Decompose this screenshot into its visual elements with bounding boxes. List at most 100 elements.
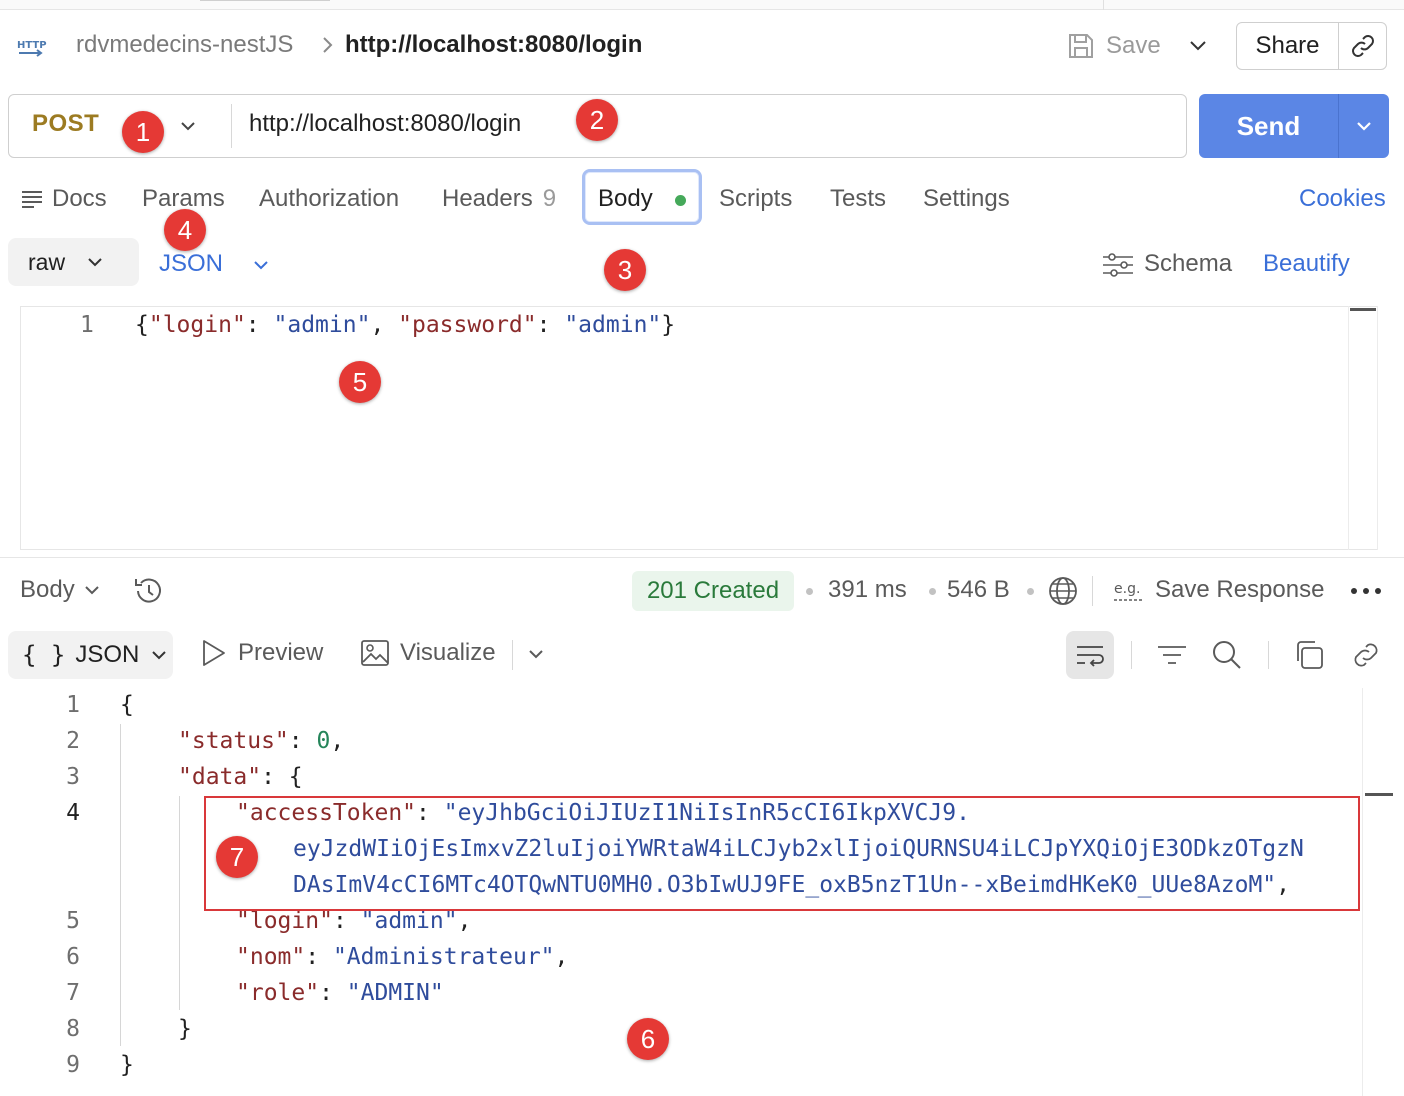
response-code-line[interactable]: { xyxy=(120,692,134,718)
response-code-line[interactable]: "status": 0, xyxy=(178,728,344,754)
chevron-down-icon[interactable] xyxy=(250,254,272,276)
meta-separator-dot xyxy=(1027,588,1034,595)
response-format-select[interactable]: { } JSON xyxy=(8,631,173,679)
code-token: : xyxy=(536,312,565,338)
response-code-line[interactable]: "login": "admin", xyxy=(236,908,471,934)
response-body-select[interactable]: Body xyxy=(20,576,101,604)
chevron-down-icon[interactable] xyxy=(525,643,547,665)
response-code-line[interactable]: "data": { xyxy=(178,764,303,790)
access-token-highlight xyxy=(204,796,1360,911)
body-language-select[interactable]: JSON xyxy=(159,250,223,278)
wrap-lines-icon xyxy=(1077,646,1104,667)
code-string: "admin" xyxy=(564,312,662,338)
scrollbar-thumb[interactable] xyxy=(1350,308,1376,311)
preview-button[interactable]: Preview xyxy=(200,638,323,668)
wrap-lines-button[interactable] xyxy=(1066,631,1114,679)
meta-separator-dot xyxy=(806,588,813,595)
breadcrumb-request[interactable]: http://localhost:8080/login xyxy=(345,30,642,60)
annotation-marker: 6 xyxy=(627,1018,669,1060)
http-icon-text: HTTP xyxy=(17,40,47,51)
share-button[interactable]: Share xyxy=(1237,23,1339,69)
line-number: 9 xyxy=(66,1052,80,1078)
save-response-button[interactable]: e.g. Save Response xyxy=(1113,576,1324,604)
response-size[interactable]: 546 B xyxy=(947,576,1010,604)
breadcrumb-collection[interactable]: rdvmedecins-nestJS xyxy=(76,30,293,60)
tab-authorization[interactable]: Authorization xyxy=(259,184,399,214)
code-token: , xyxy=(554,944,569,970)
annotation-marker: 5 xyxy=(339,361,381,403)
code-token: : { xyxy=(261,764,303,790)
code-key: "password" xyxy=(398,312,537,338)
pane-splitter[interactable] xyxy=(0,557,1404,558)
chevron-down-icon xyxy=(1357,122,1371,131)
meta-separator-dot xyxy=(929,588,936,595)
line-number: 6 xyxy=(66,944,80,970)
history-icon[interactable] xyxy=(132,576,164,606)
response-code-line[interactable]: "role": "ADMIN" xyxy=(236,980,444,1006)
save-options-chevron-icon[interactable] xyxy=(1185,34,1211,58)
copy-link-button[interactable] xyxy=(1339,23,1386,69)
docs-icon xyxy=(20,187,44,211)
annotation-marker: 4 xyxy=(164,209,206,251)
tab-body[interactable]: Body xyxy=(598,184,653,214)
visualize-button[interactable]: Visualize xyxy=(360,638,496,668)
top-divider xyxy=(1103,0,1104,10)
response-code-line[interactable]: } xyxy=(178,1016,192,1042)
code-token: : xyxy=(319,980,347,1006)
filter-icon[interactable] xyxy=(1155,638,1189,672)
code-token: } xyxy=(661,312,676,338)
search-icon[interactable] xyxy=(1210,638,1244,672)
code-key: "role" xyxy=(236,980,320,1006)
tab-docs[interactable]: Docs xyxy=(52,184,107,214)
chevron-down-icon xyxy=(152,651,167,660)
line-number: 7 xyxy=(66,980,80,1006)
response-editor-scrollbar[interactable] xyxy=(1362,688,1404,1096)
line-number: 3 xyxy=(66,764,80,790)
more-options-icon[interactable] xyxy=(1349,584,1383,598)
preview-label: Preview xyxy=(238,639,324,666)
response-code-line[interactable]: "nom": "Administrateur", xyxy=(236,944,568,970)
tab-headers-label: Headers xyxy=(442,185,533,212)
code-key: "data" xyxy=(178,764,262,790)
method-select[interactable]: POST xyxy=(32,110,99,138)
url-input[interactable]: http://localhost:8080/login xyxy=(249,110,521,138)
line-number: 2 xyxy=(66,728,80,754)
code-token: , xyxy=(457,908,472,934)
schema-button[interactable]: Schema xyxy=(1102,250,1232,278)
annotation-marker: 2 xyxy=(576,99,618,141)
request-editor-scrollbar[interactable] xyxy=(1348,306,1378,550)
send-button[interactable]: Send xyxy=(1199,94,1339,158)
annotation-marker: 1 xyxy=(122,111,164,153)
copy-icon[interactable] xyxy=(1292,638,1326,672)
link-icon[interactable] xyxy=(1349,638,1383,672)
save-response-label: Save Response xyxy=(1155,576,1325,603)
chevron-down-icon[interactable] xyxy=(176,114,200,138)
indent-guide xyxy=(120,724,121,1046)
beautify-button[interactable]: Beautify xyxy=(1263,250,1350,278)
status-badge[interactable]: 201 Created xyxy=(632,571,794,611)
request-body-code[interactable]: {"login": "admin", "password": "admin"} xyxy=(135,312,675,338)
request-body-editor[interactable] xyxy=(20,306,1378,550)
response-time[interactable]: 391 ms xyxy=(828,576,907,604)
tab-headers[interactable]: Headers 9 xyxy=(442,184,556,214)
tab-tests[interactable]: Tests xyxy=(830,184,886,214)
tab-settings[interactable]: Settings xyxy=(923,184,1010,214)
cookies-link[interactable]: Cookies xyxy=(1299,184,1386,214)
code-key: "status" xyxy=(178,728,289,754)
body-mode-label: raw xyxy=(28,248,66,275)
code-token: : xyxy=(245,312,274,338)
code-token: , xyxy=(370,312,399,338)
send-options-button[interactable] xyxy=(1339,94,1389,158)
http-icon: HTTP xyxy=(16,32,48,60)
response-body-label: Body xyxy=(20,576,75,603)
code-key: "login" xyxy=(148,312,246,338)
scrollbar-thumb[interactable] xyxy=(1365,793,1393,796)
line-number: 1 xyxy=(80,312,94,338)
tab-scripts[interactable]: Scripts xyxy=(719,184,792,214)
save-button[interactable]: Save xyxy=(1066,28,1161,64)
body-mode-select[interactable]: raw xyxy=(8,238,139,286)
globe-icon[interactable] xyxy=(1048,576,1078,606)
link-icon xyxy=(1351,35,1374,57)
image-icon xyxy=(361,640,389,666)
response-code-line[interactable]: } xyxy=(120,1052,134,1078)
